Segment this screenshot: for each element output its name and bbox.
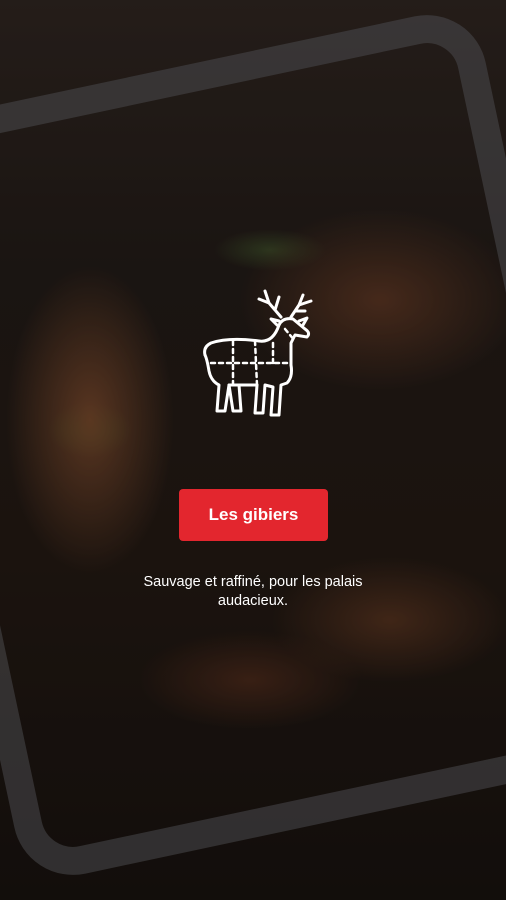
hero-content: Les gibiers Sauvage et raffiné, pour les… bbox=[0, 0, 506, 900]
deer-icon bbox=[203, 289, 313, 417]
tagline: Sauvage et raffiné, pour les palais auda… bbox=[143, 574, 363, 609]
category-screen: Les gibiers Sauvage et raffiné, pour les… bbox=[0, 0, 506, 900]
les-gibiers-button[interactable]: Les gibiers bbox=[179, 489, 328, 541]
